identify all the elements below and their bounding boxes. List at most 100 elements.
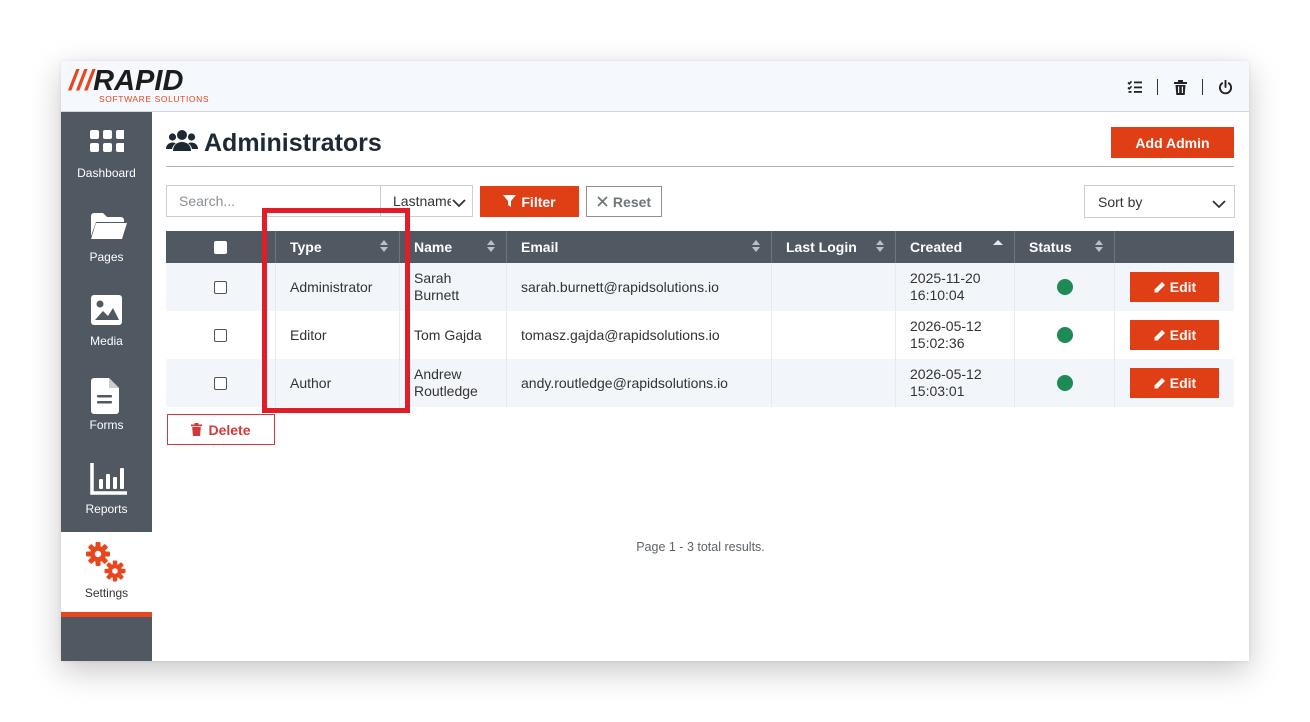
status-cell — [1015, 359, 1115, 407]
filter-label: Filter — [521, 193, 556, 210]
row-checkbox[interactable] — [214, 376, 227, 390]
created-date: 2026-05-12 — [910, 366, 982, 382]
edit-label: Edit — [1169, 374, 1197, 391]
sidebar-item-dashboard[interactable]: Dashboard — [61, 112, 152, 196]
select-all-header — [166, 231, 276, 263]
separator — [1202, 79, 1203, 95]
edit-label: Edit — [1169, 326, 1197, 343]
reset-button[interactable]: Reset — [586, 186, 662, 217]
last-login-cell — [772, 359, 896, 407]
active-indicator — [61, 612, 152, 617]
gears-icon — [83, 540, 129, 584]
row-select-cell — [166, 263, 276, 311]
table-header: Type Name Email Last Login Created Statu… — [166, 231, 1234, 263]
table-row: Editor Tom Gajda tomasz.gajda@rapidsolut… — [166, 311, 1234, 359]
type-cell: Author — [276, 359, 400, 407]
status-cell — [1015, 311, 1115, 359]
sidebar-item-pages[interactable]: Pages — [61, 196, 152, 280]
admin-name: Tom Gajda — [414, 326, 482, 343]
email-cell: tomasz.gajda@rapidsolutions.io — [507, 311, 772, 359]
logo-slashes: /// — [69, 65, 94, 97]
delete-label: Delete — [208, 421, 251, 438]
status-active-indicator — [1056, 279, 1073, 295]
column-header-created[interactable]: Created — [896, 231, 1015, 263]
email-cell: andy.routledge@rapidsolutions.io — [507, 359, 772, 407]
created-cell: 2026-05-12 15:03:01 — [896, 359, 1015, 407]
actions-cell: Edit — [1115, 311, 1234, 359]
bar-chart-icon — [90, 462, 127, 496]
column-header-email[interactable]: Email — [507, 231, 772, 263]
filter-button[interactable]: Filter — [480, 186, 579, 217]
sidebar: Dashboard Pages Media Forms Reports Sett… — [61, 112, 152, 661]
admin-name-line2: Routledge — [414, 383, 478, 399]
column-label: Status — [1029, 239, 1072, 255]
last-login-cell — [772, 311, 896, 359]
chevron-down-icon — [452, 195, 466, 211]
pencil-icon — [1153, 281, 1166, 294]
sidebar-item-media[interactable]: Media — [61, 280, 152, 364]
row-checkbox[interactable] — [214, 280, 227, 294]
sidebar-item-reports[interactable]: Reports — [61, 448, 152, 532]
created-date: 2026-05-12 — [910, 318, 982, 334]
column-label: Last Login — [786, 239, 857, 255]
admin-email: andy.routledge@rapidsolutions.io — [521, 374, 728, 391]
brand-logo[interactable]: ///RAPID SOFTWARE SOLUTIONS — [69, 65, 239, 107]
search-input[interactable] — [166, 185, 381, 217]
sort-select[interactable]: Sort by — [1084, 185, 1235, 218]
last-login-cell — [772, 263, 896, 311]
top-actions — [1125, 76, 1235, 98]
add-admin-button[interactable]: Add Admin — [1111, 127, 1234, 158]
created-time: 15:03:01 — [910, 383, 965, 399]
column-header-actions — [1115, 231, 1234, 263]
column-header-last-login[interactable]: Last Login — [772, 231, 896, 263]
search-field-select[interactable]: Lastname — [380, 185, 473, 217]
sidebar-label: Reports — [85, 502, 128, 516]
sidebar-label: Settings — [84, 586, 129, 600]
filter-icon — [503, 195, 517, 208]
pencil-icon — [1153, 329, 1166, 342]
type-cell: Administrator — [276, 263, 400, 311]
sidebar-label: Dashboard — [77, 166, 136, 180]
edit-label: Edit — [1169, 278, 1197, 295]
column-header-name[interactable]: Name — [400, 231, 507, 263]
image-icon — [90, 294, 124, 328]
row-checkbox[interactable] — [214, 328, 227, 342]
users-icon — [166, 129, 198, 158]
power-icon[interactable] — [1215, 77, 1235, 97]
admin-name: Andrew — [414, 366, 462, 382]
sort-asc-icon — [992, 239, 1004, 256]
column-header-type[interactable]: Type — [276, 231, 400, 263]
sort-icon — [751, 239, 761, 256]
row-select-cell — [166, 359, 276, 407]
sidebar-item-forms[interactable]: Forms — [61, 364, 152, 448]
edit-button[interactable]: Edit — [1130, 272, 1219, 302]
chevron-down-icon — [1212, 196, 1226, 212]
actions-cell: Edit — [1115, 359, 1234, 407]
checklist-icon[interactable] — [1125, 77, 1145, 97]
name-cell: Sarah Burnett — [400, 263, 507, 311]
type-cell: Editor — [276, 311, 400, 359]
status-active-indicator — [1056, 327, 1073, 343]
delete-button[interactable]: Delete — [167, 414, 275, 445]
column-label: Type — [290, 239, 322, 255]
table-row: Administrator Sarah Burnett sarah.burnett… — [166, 263, 1234, 311]
column-header-status[interactable]: Status — [1015, 231, 1115, 263]
edit-button[interactable]: Edit — [1130, 368, 1219, 398]
sidebar-label: Forms — [89, 418, 124, 432]
grid-icon — [90, 126, 125, 160]
document-icon — [90, 378, 124, 414]
admin-type: Administrator — [290, 278, 373, 295]
edit-button[interactable]: Edit — [1130, 320, 1219, 350]
close-icon — [597, 196, 608, 207]
admin-type: Editor — [290, 326, 327, 343]
trash-icon[interactable] — [1170, 77, 1190, 97]
pagination-info: Page 1 - 3 total results. — [636, 540, 765, 554]
sidebar-label: Media — [90, 334, 123, 348]
sidebar-item-settings[interactable]: Settings — [61, 532, 152, 616]
row-select-cell — [166, 311, 276, 359]
column-label: Email — [521, 239, 559, 255]
created-cell: 2026-05-12 15:02:36 — [896, 311, 1015, 359]
select-all-checkbox[interactable] — [214, 240, 227, 254]
separator — [1157, 79, 1158, 95]
column-label: Created — [910, 239, 963, 255]
